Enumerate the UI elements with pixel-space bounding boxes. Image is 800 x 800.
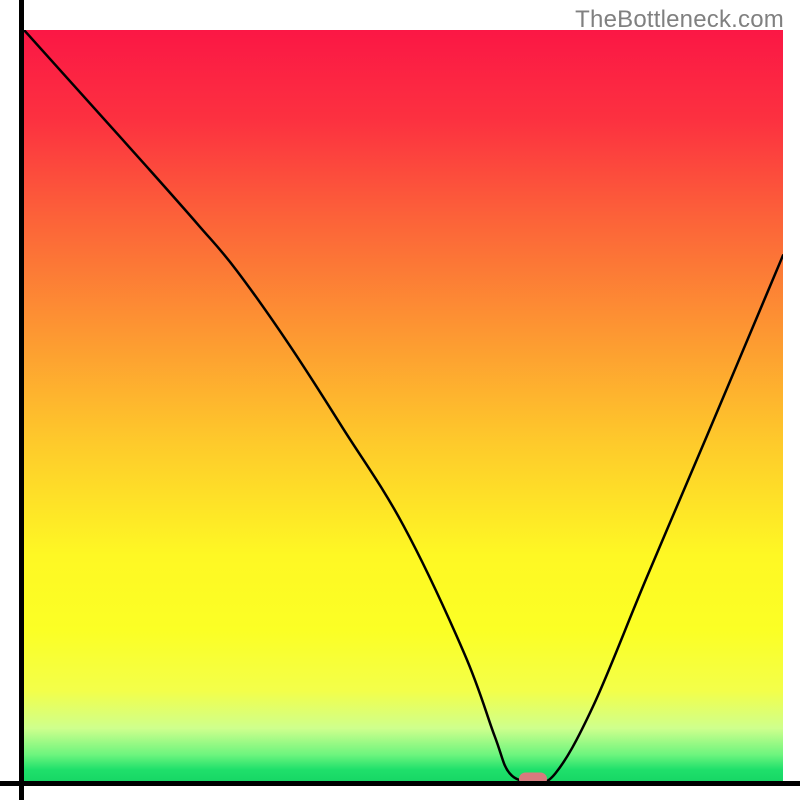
x-axis-line bbox=[0, 781, 800, 786]
y-axis-line bbox=[19, 0, 24, 800]
watermark-text: TheBottleneck.com bbox=[575, 6, 784, 34]
gradient-background bbox=[24, 30, 783, 781]
plot-area bbox=[24, 30, 783, 781]
chart-container: TheBottleneck.com bbox=[0, 0, 800, 800]
